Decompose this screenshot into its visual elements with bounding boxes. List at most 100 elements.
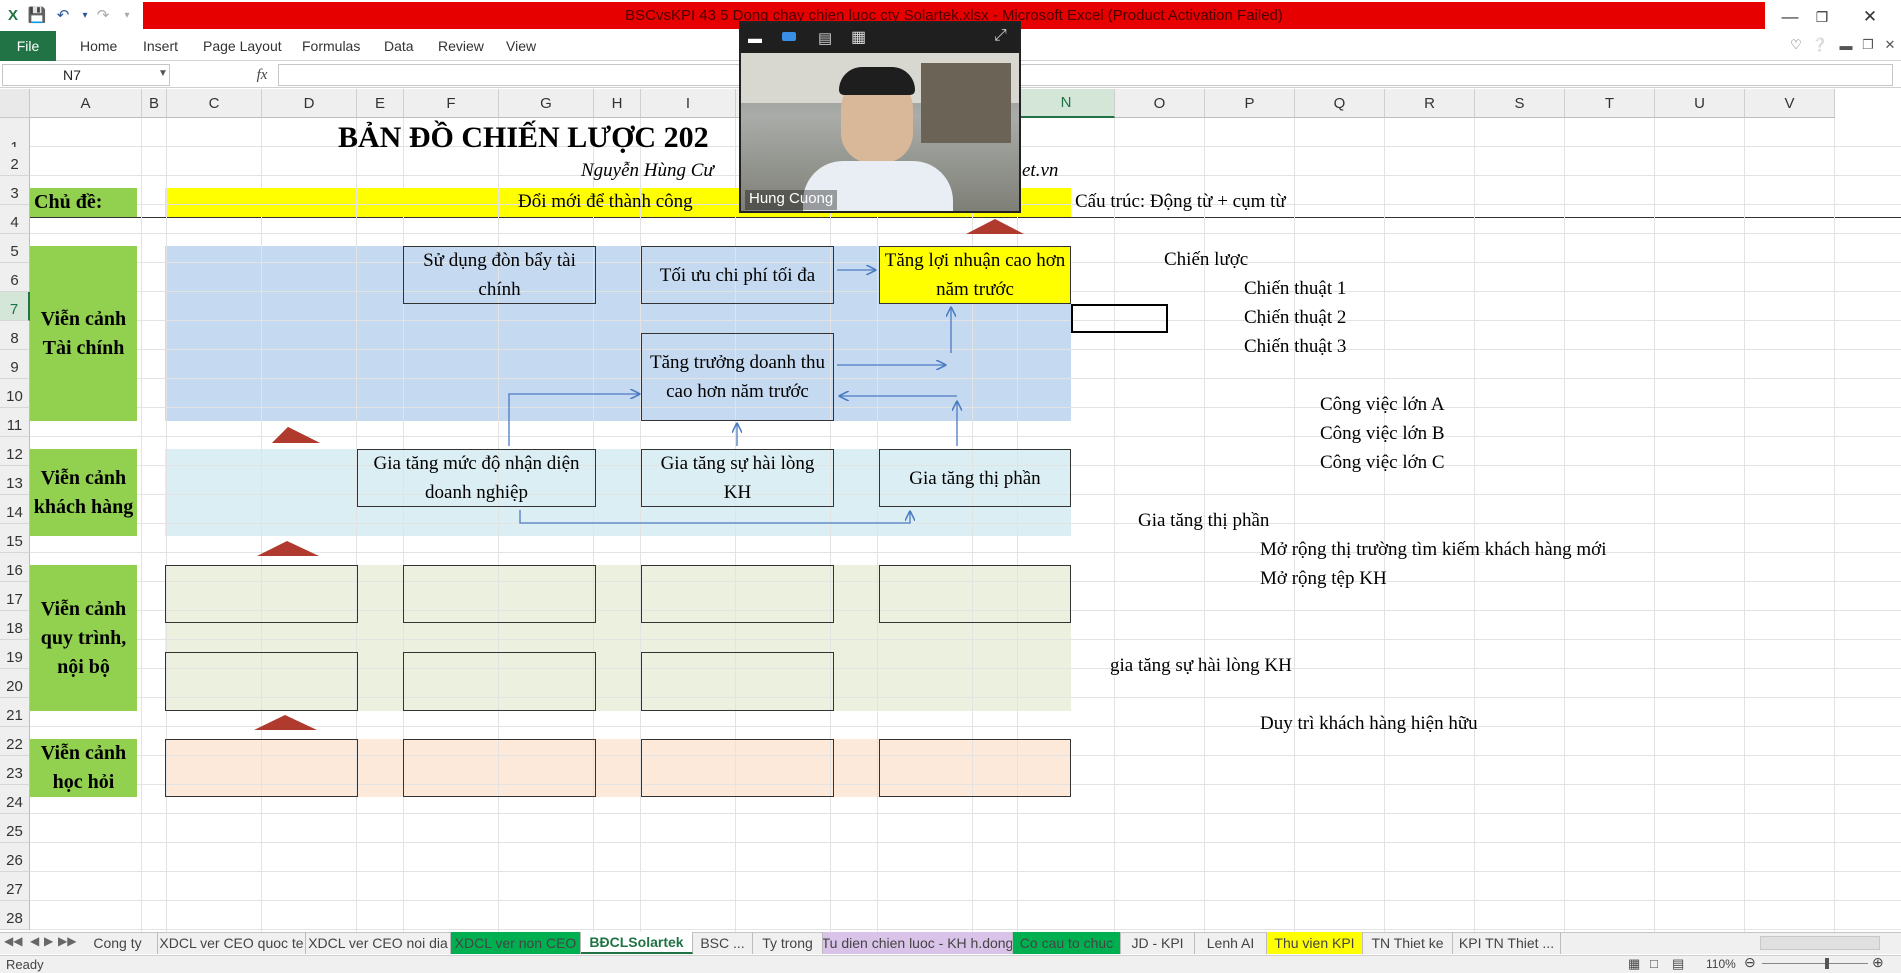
zoom-out-icon[interactable]: ⊖ xyxy=(1744,954,1756,971)
sheet-tab-9[interactable]: JD - KPI xyxy=(1121,932,1195,954)
box-profit-growth[interactable]: Tăng lợi nhuận cao hơn năm trước xyxy=(879,246,1071,304)
view-normal-icon[interactable]: ▦ xyxy=(1628,956,1640,972)
row-header-21[interactable]: 21 xyxy=(0,698,30,727)
tab-scroll-last-icon[interactable]: ▶▶ xyxy=(58,934,76,948)
tab-data[interactable]: Data xyxy=(384,31,414,61)
insert-function-icon[interactable]: fx xyxy=(250,64,274,86)
column-header-o[interactable]: O xyxy=(1115,89,1205,118)
row-header-28[interactable]: 28 xyxy=(0,901,30,930)
undo-icon[interactable]: ↶ xyxy=(52,4,74,26)
row-header-24[interactable]: 24 xyxy=(0,785,30,814)
workbook-restore-icon[interactable]: ❐ xyxy=(1858,35,1878,55)
row-header-13[interactable]: 13 xyxy=(0,466,30,495)
column-header-n[interactable]: N xyxy=(1018,89,1115,118)
row-header-11[interactable]: 11 xyxy=(0,408,30,437)
column-header-r[interactable]: R xyxy=(1385,89,1475,118)
formula-input[interactable] xyxy=(278,64,1893,86)
box-process-5[interactable] xyxy=(165,652,358,711)
row-header-15[interactable]: 15 xyxy=(0,524,30,553)
row-header-9[interactable]: 9 xyxy=(0,350,30,379)
help-icon[interactable]: ❔ xyxy=(1810,35,1830,55)
save-icon[interactable]: 💾 xyxy=(26,4,48,26)
webcam-minimize-icon[interactable]: ▬ xyxy=(748,30,762,46)
row-header-23[interactable]: 23 xyxy=(0,756,30,785)
row-header-6[interactable]: 6 xyxy=(0,263,30,292)
box-process-7[interactable] xyxy=(641,652,834,711)
webcam-layout-speaker-icon[interactable] xyxy=(782,32,796,41)
workbook-minimize-icon[interactable]: ▬ xyxy=(1836,35,1856,55)
zoom-level[interactable]: 110% xyxy=(1706,957,1736,971)
sheet-tab-4[interactable]: BĐCLSolartek xyxy=(581,932,693,954)
sheet-tab-7[interactable]: Tu dien chien luoc - KH h.dong xyxy=(823,932,1013,954)
column-header-a[interactable]: A xyxy=(30,89,142,118)
column-header-p[interactable]: P xyxy=(1205,89,1295,118)
sheet-tab-0[interactable]: Cong ty xyxy=(78,932,158,954)
column-header-d[interactable]: D xyxy=(262,89,357,118)
column-header-g[interactable]: G xyxy=(499,89,594,118)
zoom-slider[interactable] xyxy=(1762,963,1868,964)
box-learning-1[interactable] xyxy=(165,739,358,797)
column-header-u[interactable]: U xyxy=(1655,89,1745,118)
sheet-tab-2[interactable]: XDCL ver CEO noi dia xyxy=(306,932,451,954)
column-header-c[interactable]: C xyxy=(167,89,262,118)
name-box[interactable]: N7 xyxy=(2,64,170,86)
webcam-layout-gallery-icon[interactable]: ▤ xyxy=(818,29,832,47)
column-header-f[interactable]: F xyxy=(404,89,499,118)
row-header-17[interactable]: 17 xyxy=(0,582,30,611)
ribbon-collapse-icon[interactable]: ♡ xyxy=(1786,35,1806,55)
tab-formulas[interactable]: Formulas xyxy=(302,31,360,61)
box-process-3[interactable] xyxy=(641,565,834,623)
zoom-in-icon[interactable]: ⊕ xyxy=(1872,954,1884,971)
webcam-expand-icon[interactable]: ⤢ xyxy=(994,27,1007,45)
zoom-slider-thumb[interactable] xyxy=(1825,958,1829,969)
box-learning-3[interactable] xyxy=(641,739,834,797)
box-learning-2[interactable] xyxy=(403,739,596,797)
row-header-22[interactable]: 22 xyxy=(0,727,30,756)
sheet-tab-1[interactable]: XDCL ver CEO quoc te xyxy=(158,932,306,954)
webcam-grid-icon[interactable]: ▦ xyxy=(851,27,866,47)
name-box-dropdown-icon[interactable]: ▼ xyxy=(158,68,168,79)
column-header-b[interactable]: B xyxy=(142,89,167,118)
row-header-12[interactable]: 12 xyxy=(0,437,30,466)
tab-scroll-next-icon[interactable]: ▶ xyxy=(44,934,53,948)
row-header-14[interactable]: 14 xyxy=(0,495,30,524)
sheet-tab-10[interactable]: Lenh AI xyxy=(1195,932,1267,954)
box-financial-leverage[interactable]: Sử dụng đòn bẩy tài chính xyxy=(403,246,596,304)
tab-scroll-prev-icon[interactable]: ◀ xyxy=(30,934,39,948)
row-header-27[interactable]: 27 xyxy=(0,872,30,901)
box-cost-optimization[interactable]: Tối ưu chi phí tối đa xyxy=(641,246,834,304)
sheet-tab-11[interactable]: Thu vien KPI xyxy=(1267,932,1363,954)
row-header-2[interactable]: 2 xyxy=(0,147,30,176)
restore-icon[interactable]: ❐ xyxy=(1802,4,1842,30)
tab-review[interactable]: Review xyxy=(438,31,484,61)
box-process-2[interactable] xyxy=(403,565,596,623)
selected-cell-n7[interactable] xyxy=(1071,304,1168,333)
close-icon[interactable]: ✕ xyxy=(1850,4,1890,30)
tab-file[interactable]: File xyxy=(0,31,56,61)
view-page-break-icon[interactable]: ▤ xyxy=(1672,956,1684,972)
sheet-tab-5[interactable]: BSC ... xyxy=(693,932,753,954)
column-header-q[interactable]: Q xyxy=(1295,89,1385,118)
box-process-4[interactable] xyxy=(879,565,1071,623)
sheet-tab-8[interactable]: Co cau to chuc xyxy=(1013,932,1121,954)
box-market-share[interactable]: Gia tăng thị phần xyxy=(879,449,1071,507)
row-header-3[interactable]: 3 xyxy=(0,176,30,205)
row-header-4[interactable]: 4 xyxy=(0,205,30,234)
column-header-s[interactable]: S xyxy=(1475,89,1565,118)
row-header-19[interactable]: 19 xyxy=(0,640,30,669)
view-page-layout-icon[interactable]: □ xyxy=(1650,956,1658,971)
sheet-tab-6[interactable]: Ty trong xyxy=(753,932,823,954)
row-header-16[interactable]: 16 xyxy=(0,553,30,582)
row-header-10[interactable]: 10 xyxy=(0,379,30,408)
box-process-1[interactable] xyxy=(165,565,358,623)
column-header-t[interactable]: T xyxy=(1565,89,1655,118)
row-header-18[interactable]: 18 xyxy=(0,611,30,640)
horizontal-scrollbar[interactable] xyxy=(1760,936,1880,950)
box-learning-4[interactable] xyxy=(879,739,1071,797)
sheet-tab-13[interactable]: KPI TN Thiet ... xyxy=(1453,932,1561,954)
sheet-tab-12[interactable]: TN Thiet ke xyxy=(1363,932,1453,954)
row-header-26[interactable]: 26 xyxy=(0,843,30,872)
row-header-8[interactable]: 8 xyxy=(0,321,30,350)
column-header-v[interactable]: V xyxy=(1745,89,1835,118)
row-header-5[interactable]: 5 xyxy=(0,234,30,263)
